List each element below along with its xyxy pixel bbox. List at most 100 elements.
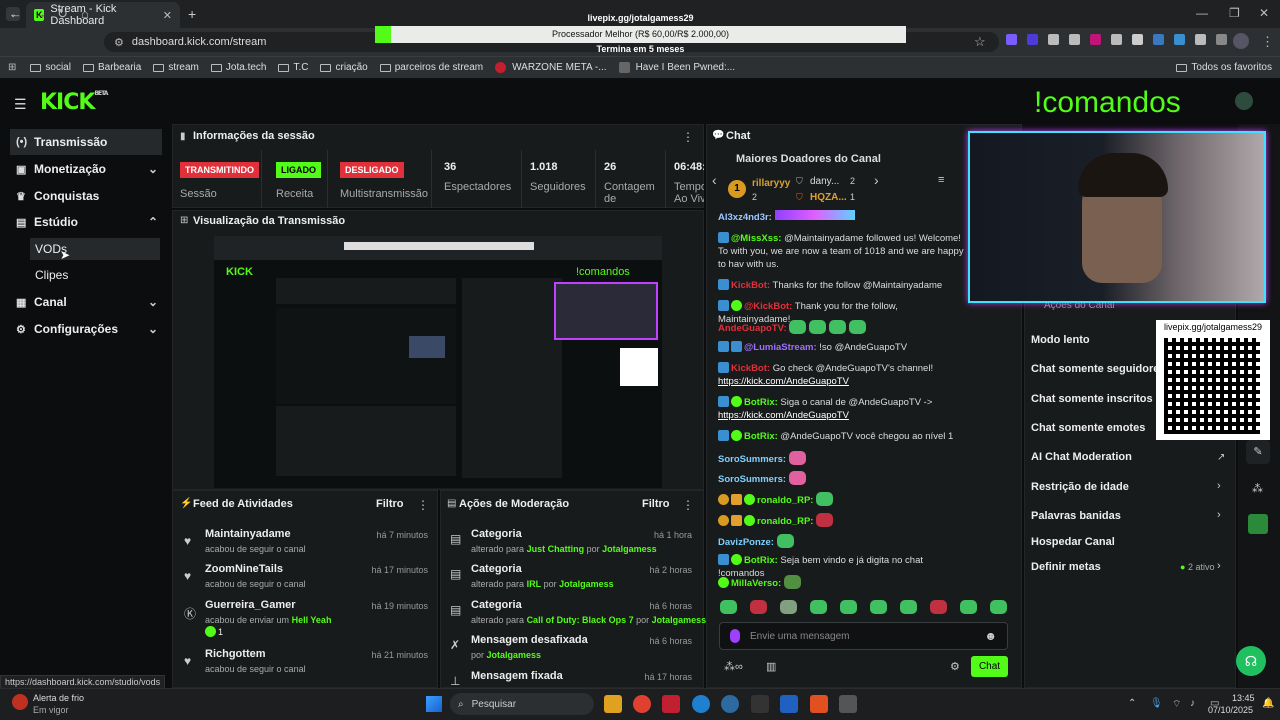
feed-user[interactable]: Maintainyadame xyxy=(205,528,291,540)
chat-settings-icon[interactable]: ⚙ xyxy=(950,660,960,673)
chat-input[interactable]: Envie uma mensagem ☻ xyxy=(719,622,1008,650)
chat-user[interactable]: @MissXss: xyxy=(731,233,781,244)
extension-icon[interactable] xyxy=(1153,34,1164,45)
chat-user[interactable]: KickBot: xyxy=(731,280,770,291)
bookmark-jotatech[interactable]: Jota.tech xyxy=(210,62,266,73)
chat-user[interactable]: @LumiaStream: xyxy=(744,342,817,353)
kicks-icon[interactable]: ⁂∞ xyxy=(724,660,743,673)
app-icon[interactable] xyxy=(1248,514,1268,534)
option-ai-moderation[interactable]: AI Chat Moderation xyxy=(1031,451,1132,463)
external-link-icon[interactable]: ↗ xyxy=(1217,452,1225,463)
extension-icon[interactable] xyxy=(1090,34,1101,45)
sidebar-item-estudio[interactable]: ▤ Estúdio ⌃ xyxy=(10,209,162,235)
hamburger-menu-icon[interactable]: ☰ xyxy=(14,96,27,113)
chat-user[interactable]: ronaldo_RP: xyxy=(757,516,813,527)
chevron-right-icon[interactable]: › xyxy=(1217,560,1221,572)
donors-next-icon[interactable]: › xyxy=(874,172,879,188)
chat-user[interactable]: SoroSummers: xyxy=(718,454,786,465)
moderation-menu-icon[interactable]: ⋮ xyxy=(682,498,694,512)
moderation-filter-button[interactable]: Filtro xyxy=(642,498,670,510)
gift-icon[interactable]: ▥ xyxy=(766,660,776,673)
app-taskbar-icon[interactable] xyxy=(692,695,710,713)
chat-send-button[interactable]: Chat xyxy=(971,656,1008,677)
apps-grid-icon[interactable]: ⊞ xyxy=(8,62,16,73)
file-explorer-icon[interactable] xyxy=(604,695,622,713)
mod-user[interactable]: Jotalgamess xyxy=(652,615,707,625)
feed-filter-button[interactable]: Filtro xyxy=(376,498,404,510)
sidebar-item-transmissao[interactable]: (•) Transmissão xyxy=(10,129,162,155)
emoji-icon[interactable]: ☻ xyxy=(984,629,997,643)
quick-emote-icon[interactable] xyxy=(840,600,857,614)
quick-emote-icon[interactable] xyxy=(960,600,977,614)
browser-menu-icon[interactable]: ⋮ xyxy=(1261,34,1274,50)
app-taskbar-icon[interactable] xyxy=(780,695,798,713)
bookmark-warzone[interactable]: WARZONE META -... xyxy=(495,62,607,73)
home-icon[interactable]: ⌂ xyxy=(81,6,89,21)
clock-time[interactable]: 13:45 xyxy=(1232,693,1255,703)
bookmark-star-icon[interactable]: ☆ xyxy=(974,34,986,50)
chat-link[interactable]: https://kick.com/AndeGuapoTV xyxy=(718,376,849,387)
option-set-goals[interactable]: Definir metas xyxy=(1031,561,1101,573)
app-taskbar-icon[interactable] xyxy=(721,695,739,713)
session-menu-icon[interactable]: ⋮ xyxy=(682,130,694,144)
volume-icon[interactable]: ♪ xyxy=(1190,698,1195,709)
feed-menu-icon[interactable]: ⋮ xyxy=(417,498,429,512)
extension-icon[interactable] xyxy=(1111,34,1122,45)
option-host-channel[interactable]: Hospedar Canal xyxy=(1031,536,1115,548)
feed-user[interactable]: ZoomNineTails xyxy=(205,563,283,575)
stream-preview-video[interactable]: KICK !comandos xyxy=(214,236,662,488)
option-subscribers-only[interactable]: Chat somente inscritos xyxy=(1031,393,1153,405)
minimize-icon[interactable]: — xyxy=(1196,6,1208,20)
quick-emote-icon[interactable] xyxy=(720,600,737,614)
epic-games-icon[interactable] xyxy=(751,695,769,713)
wifi-icon[interactable]: ⌔ xyxy=(1172,698,1181,711)
nodes-icon[interactable]: ⁂ xyxy=(1252,482,1263,495)
weather-icon[interactable] xyxy=(12,694,28,710)
tray-chevron-icon[interactable]: ⌃ xyxy=(1128,698,1136,709)
chat-user[interactable]: @KickBot: xyxy=(744,301,792,312)
reload-icon[interactable]: ↻ xyxy=(57,6,68,22)
chat-user[interactable]: BotRix: xyxy=(744,431,778,442)
close-window-icon[interactable]: ✕ xyxy=(1259,6,1269,20)
sidebar-subitem-vods[interactable]: VODs xyxy=(30,238,160,260)
notification-bell-icon[interactable]: 🔔 xyxy=(1262,698,1274,709)
taskbar-search[interactable]: ⌕ Pesquisar xyxy=(450,693,594,715)
extension-icon[interactable] xyxy=(1048,34,1059,45)
quick-emote-icon[interactable] xyxy=(780,600,797,614)
extension-icon[interactable] xyxy=(1069,34,1080,45)
app-taskbar-icon[interactable] xyxy=(839,695,857,713)
bookmark-barbearia[interactable]: Barbearia xyxy=(82,62,141,73)
chat-user[interactable]: DavizPonze: xyxy=(718,537,774,548)
feed-user[interactable]: Richgottem xyxy=(205,648,266,660)
new-tab-icon[interactable]: + xyxy=(188,6,196,22)
donors-prev-icon[interactable]: ‹ xyxy=(712,172,717,188)
option-age-restriction[interactable]: Restrição de idade xyxy=(1031,481,1129,493)
bookmark-criacao[interactable]: criação xyxy=(320,62,368,73)
chat-user[interactable]: MillaVerso: xyxy=(731,578,781,589)
chat-user[interactable]: KickBot: xyxy=(731,363,770,374)
bookmark-stream[interactable]: stream xyxy=(153,62,199,73)
sidebar-item-canal[interactable]: ▦ Canal ⌄ xyxy=(10,289,162,315)
chat-link[interactable]: https://kick.com/AndeGuapoTV xyxy=(718,410,849,421)
sidebar-item-configuracoes[interactable]: ⚙ Configurações ⌄ xyxy=(10,316,162,342)
mic-icon[interactable]: 🎙 xyxy=(1150,698,1163,709)
mod-user[interactable]: Jotalgamess xyxy=(487,650,542,660)
quick-emote-icon[interactable] xyxy=(750,600,767,614)
app-taskbar-icon[interactable] xyxy=(662,695,680,713)
clock-date[interactable]: 07/10/2025 xyxy=(1208,705,1253,715)
option-followers-only[interactable]: Chat somente seguidores xyxy=(1031,363,1165,375)
chat-user[interactable]: BotRix: xyxy=(744,397,778,408)
extension-icon[interactable] xyxy=(1027,34,1038,45)
mod-user[interactable]: Jotalgamess xyxy=(559,579,614,589)
quick-emote-icon[interactable] xyxy=(900,600,917,614)
chat-user[interactable]: SoroSummers: xyxy=(718,474,786,485)
kick-logo[interactable]: KICKBETA xyxy=(40,90,108,115)
option-banned-words[interactable]: Palavras banidas xyxy=(1031,510,1121,522)
all-bookmarks[interactable]: Todos os favoritos xyxy=(1176,62,1272,73)
chat-user[interactable]: BotRix: xyxy=(744,555,778,566)
sidebar-item-conquistas[interactable]: ♛ Conquistas xyxy=(10,183,162,209)
option-emotes-only[interactable]: Chat somente emotes xyxy=(1031,422,1145,434)
extension-icon[interactable] xyxy=(1195,34,1206,45)
chevron-right-icon[interactable]: › xyxy=(1217,480,1221,492)
quick-emote-icon[interactable] xyxy=(870,600,887,614)
